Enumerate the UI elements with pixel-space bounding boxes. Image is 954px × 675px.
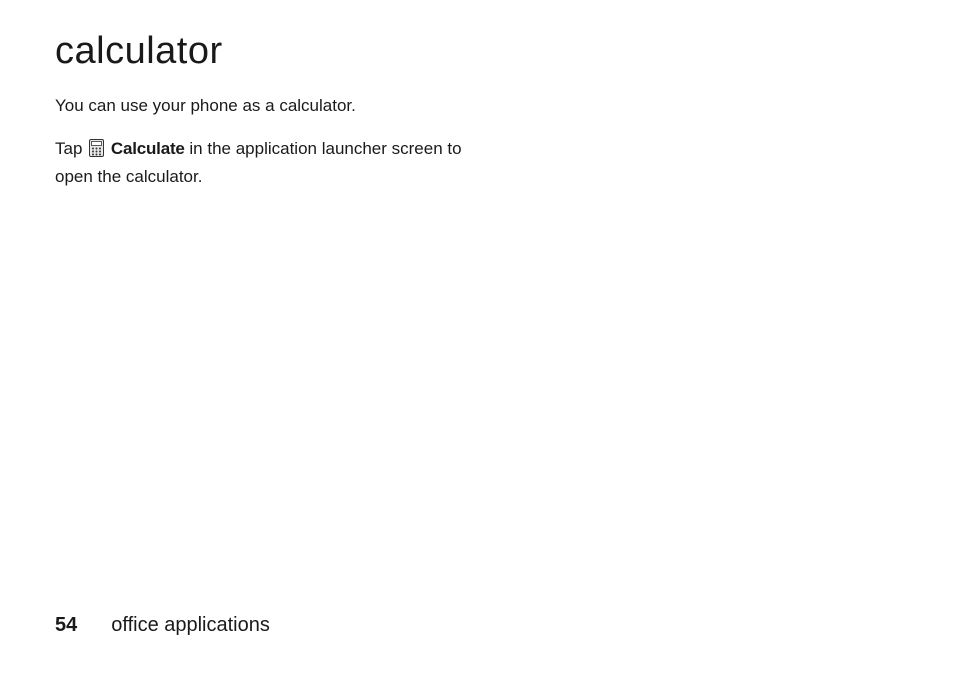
calculator-icon <box>89 139 104 165</box>
app-label: Calculate <box>111 139 185 158</box>
section-name: office applications <box>111 614 270 637</box>
page-number: 54 <box>55 614 77 637</box>
page-heading: calculator <box>55 30 899 73</box>
intro-text: You can use your phone as a calculator. <box>55 95 899 118</box>
page-footer: 54 office applications <box>55 614 270 637</box>
instruction-text: Tap Calculate in the application launche… <box>55 136 475 190</box>
instruction-prefix: Tap <box>55 139 87 158</box>
